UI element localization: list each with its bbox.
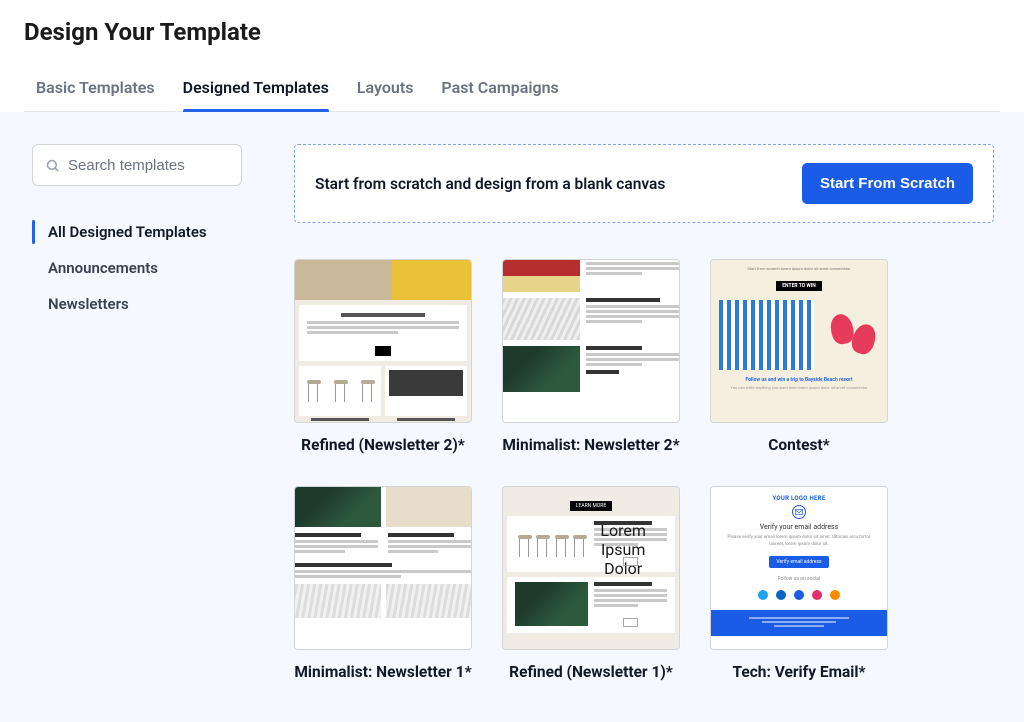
template-title: Minimalist: Newsletter 2* bbox=[502, 435, 680, 456]
main-content: Start from scratch and design from a bla… bbox=[242, 144, 994, 722]
search-box[interactable] bbox=[32, 144, 242, 186]
category-all-designed[interactable]: All Designed Templates bbox=[32, 214, 242, 250]
follow-social-text: Follow us on social bbox=[721, 576, 877, 582]
template-card[interactable]: Minimalist: Newsletter 2* bbox=[502, 259, 680, 456]
template-card[interactable]: Start from scratch lorem ipsum dolor sit… bbox=[710, 259, 888, 456]
start-from-scratch-button[interactable]: Start From Scratch bbox=[802, 163, 973, 204]
template-grid: Refined (Newsletter 2)* bbox=[294, 259, 994, 683]
template-title: Refined (Newsletter 2)* bbox=[294, 435, 472, 456]
template-title: Refined (Newsletter 1)* bbox=[502, 662, 680, 683]
lorem-heading: Lorem Ipsum Dolor bbox=[594, 521, 652, 525]
template-title: Tech: Verify Email* bbox=[710, 662, 888, 683]
template-card[interactable]: Minimalist: Newsletter 1* bbox=[294, 486, 472, 683]
page-title: Design Your Template bbox=[24, 18, 1000, 46]
template-thumbnail bbox=[502, 259, 680, 423]
category-list: All Designed Templates Announcements New… bbox=[32, 214, 242, 322]
template-title: Contest* bbox=[710, 435, 888, 456]
template-thumbnail: YOUR LOGO HERE Verify your email address… bbox=[710, 486, 888, 650]
learn-more-badge: LEARN MORE bbox=[570, 501, 612, 511]
template-card[interactable]: Refined (Newsletter 2)* bbox=[294, 259, 472, 456]
scratch-prompt-text: Start from scratch and design from a bla… bbox=[315, 175, 665, 193]
contest-cta: Follow us and win a trip to Bayside Beac… bbox=[717, 377, 881, 383]
category-announcements[interactable]: Announcements bbox=[32, 250, 242, 286]
template-title: Minimalist: Newsletter 1* bbox=[294, 662, 472, 683]
sidebar: All Designed Templates Announcements New… bbox=[32, 144, 242, 722]
tabs-bar: Basic Templates Designed Templates Layou… bbox=[24, 70, 1000, 112]
template-thumbnail bbox=[294, 259, 472, 423]
tab-basic-templates[interactable]: Basic Templates bbox=[36, 70, 155, 111]
enter-to-win-badge: ENTER TO WIN bbox=[776, 281, 822, 291]
start-from-scratch-banner: Start from scratch and design from a bla… bbox=[294, 144, 994, 223]
template-card[interactable]: YOUR LOGO HERE Verify your email address… bbox=[710, 486, 888, 683]
tab-layouts[interactable]: Layouts bbox=[357, 70, 414, 111]
tab-past-campaigns[interactable]: Past Campaigns bbox=[441, 70, 558, 111]
verify-email-button: Verify email address bbox=[769, 556, 828, 568]
template-card[interactable]: LEARN MORE Lorem Ipsum Dolor bbox=[502, 486, 680, 683]
search-input[interactable] bbox=[68, 157, 229, 174]
search-icon bbox=[45, 158, 60, 173]
logo-placeholder: YOUR LOGO HERE bbox=[721, 495, 877, 502]
template-thumbnail: LEARN MORE Lorem Ipsum Dolor bbox=[502, 486, 680, 650]
template-thumbnail: Start from scratch lorem ipsum dolor sit… bbox=[710, 259, 888, 423]
verify-heading: Verify your email address bbox=[721, 523, 877, 531]
verify-body: Please verify your email lorem ipsum dol… bbox=[721, 535, 877, 549]
template-thumbnail bbox=[294, 486, 472, 650]
category-newsletters[interactable]: Newsletters bbox=[32, 286, 242, 322]
tab-designed-templates[interactable]: Designed Templates bbox=[183, 70, 329, 111]
